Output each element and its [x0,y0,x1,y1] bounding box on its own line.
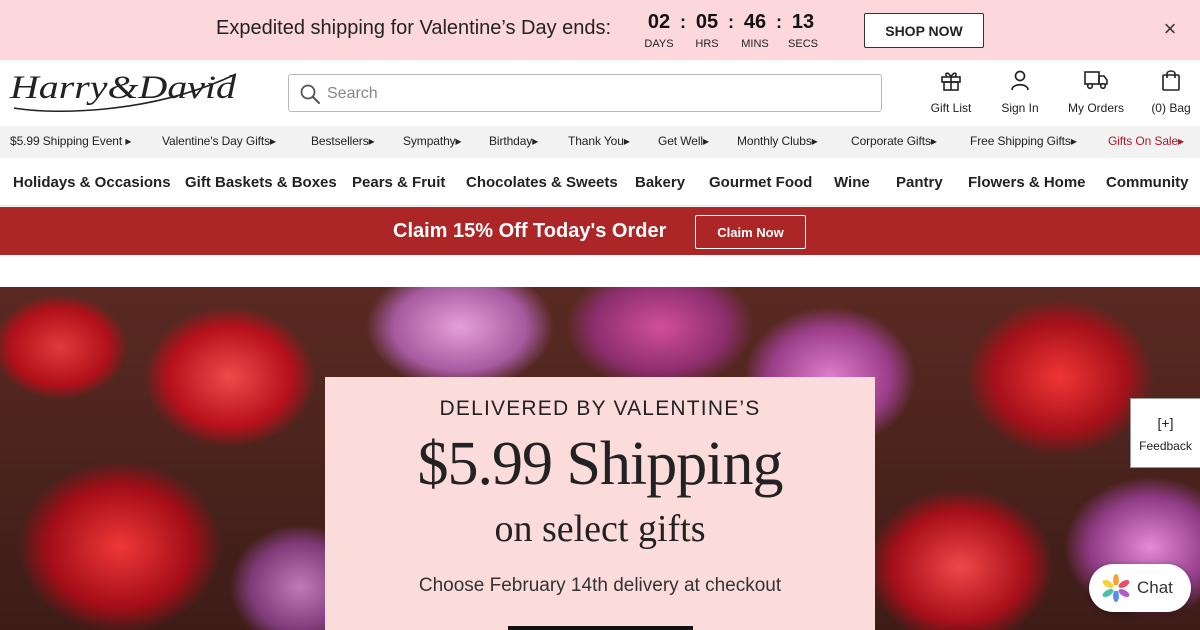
claim-now-button[interactable]: Claim Now [695,215,806,249]
subnav-birthday[interactable]: Birthday▸ [489,134,538,148]
nav-community[interactable]: Community [1106,174,1189,191]
subnav-thank-you[interactable]: Thank You▸ [568,134,630,148]
chat-flower-icon [1102,574,1130,602]
logo-text: Harry&David [9,70,237,106]
chat-label: Chat [1137,578,1173,597]
countdown-seconds-value: 13 [791,11,815,33]
my-orders-label: My Orders [1067,101,1124,115]
countdown-seconds: 13 SECS [782,10,824,51]
countdown-minutes-label: MINS [741,38,769,50]
subnav-monthly-clubs[interactable]: Monthly Clubs▸ [737,134,818,148]
search-input[interactable] [327,81,867,107]
countdown-days-value: 02 [647,11,671,33]
nav-gift-baskets-boxes[interactable]: Gift Baskets & Boxes [185,174,337,191]
feedback-plus-icon: [+] [1157,415,1174,431]
nav-pears-fruit[interactable]: Pears & Fruit [352,174,445,191]
countdown-hours-value: 05 [695,11,719,33]
gift-list-link[interactable]: Gift List [929,68,973,122]
nav-holidays-occasions[interactable]: Holidays & Occasions [13,174,171,191]
hero-banner[interactable]: DELIVERED BY VALENTINE’S $5.99 Shipping … [0,287,1200,630]
nav-pantry[interactable]: Pantry [896,174,943,191]
secondary-nav: $5.99 Shipping Event ▸ Valentine's Day G… [0,126,1200,158]
feedback-tab[interactable]: [+] Feedback [1130,398,1200,468]
subnav-shipping-event[interactable]: $5.99 Shipping Event ▸ [10,134,131,148]
gift-icon [941,72,961,91]
user-icon [1011,70,1029,91]
subnav-corporate-gifts[interactable]: Corporate Gifts▸ [851,134,937,148]
claim-offer-text: Claim 15% Off Today's Order [393,220,667,242]
nav-gourmet-food[interactable]: Gourmet Food [709,174,812,191]
countdown-minutes: 46 MINS [734,10,776,51]
countdown-days-label: DAYS [644,38,674,50]
site-header: Harry&David Gift List Sign In M [0,60,1200,126]
bag-label: (0) Bag [1151,101,1191,115]
shop-now-button[interactable]: SHOP NOW [864,13,984,48]
hero-cta-button[interactable] [508,626,693,630]
main-category-nav: Holidays & Occasions Gift Baskets & Boxe… [0,158,1200,206]
promo-text: Expedited shipping for Valentine’s Day e… [216,17,612,39]
subnav-free-shipping-gifts[interactable]: Free Shipping Gifts▸ [970,134,1077,148]
subnav-bestsellers[interactable]: Bestsellers▸ [311,134,375,148]
sign-in-link[interactable]: Sign In [1000,68,1040,122]
feedback-label: Feedback [1139,439,1192,453]
countdown-hours: 05 HRS [686,10,728,51]
countdown-seconds-label: SECS [788,38,818,50]
hero-card: DELIVERED BY VALENTINE’S $5.99 Shipping … [325,377,875,630]
subnav-gifts-on-sale[interactable]: Gifts On Sale▸ [1108,134,1184,148]
search-box[interactable] [288,74,882,112]
claim-offer-banner: Claim 15% Off Today's Order Claim Now [0,207,1200,255]
bag-link[interactable]: (0) Bag [1150,68,1192,122]
promo-countdown-bar: Expedited shipping for Valentine’s Day e… [0,0,1200,60]
hero-description: Choose February 14th delivery at checkou… [418,575,782,596]
chat-button[interactable]: Chat [1089,564,1191,612]
nav-chocolates-sweets[interactable]: Chocolates & Sweets [466,174,618,191]
nav-flowers-home[interactable]: Flowers & Home [968,174,1086,191]
nav-wine[interactable]: Wine [834,174,870,191]
truck-icon [1084,71,1108,90]
nav-bakery[interactable]: Bakery [635,174,685,191]
my-orders-link[interactable]: My Orders [1066,68,1126,122]
sign-in-label: Sign In [1001,101,1039,115]
countdown-minutes-value: 46 [743,11,767,33]
subnav-valentines-gifts[interactable]: Valentine's Day Gifts▸ [162,134,276,148]
subnav-sympathy[interactable]: Sympathy▸ [403,134,462,148]
hero-eyebrow: DELIVERED BY VALENTINE’S [439,397,761,420]
countdown-timer: 02 DAYS : 05 HRS : 46 MINS : 13 SECS [638,10,824,54]
gift-list-label: Gift List [930,101,972,115]
countdown-days: 02 DAYS [638,10,680,51]
countdown-hours-label: HRS [695,38,719,50]
hero-headline: $5.99 Shipping [417,430,784,498]
harry-and-david-logo[interactable]: Harry&David [8,66,240,118]
close-icon[interactable]: × [1160,18,1180,40]
hero-subheadline: on select gifts [494,508,706,550]
search-icon[interactable] [299,83,321,105]
subnav-get-well[interactable]: Get Well▸ [658,134,709,148]
shopping-bag-icon [1162,70,1180,91]
